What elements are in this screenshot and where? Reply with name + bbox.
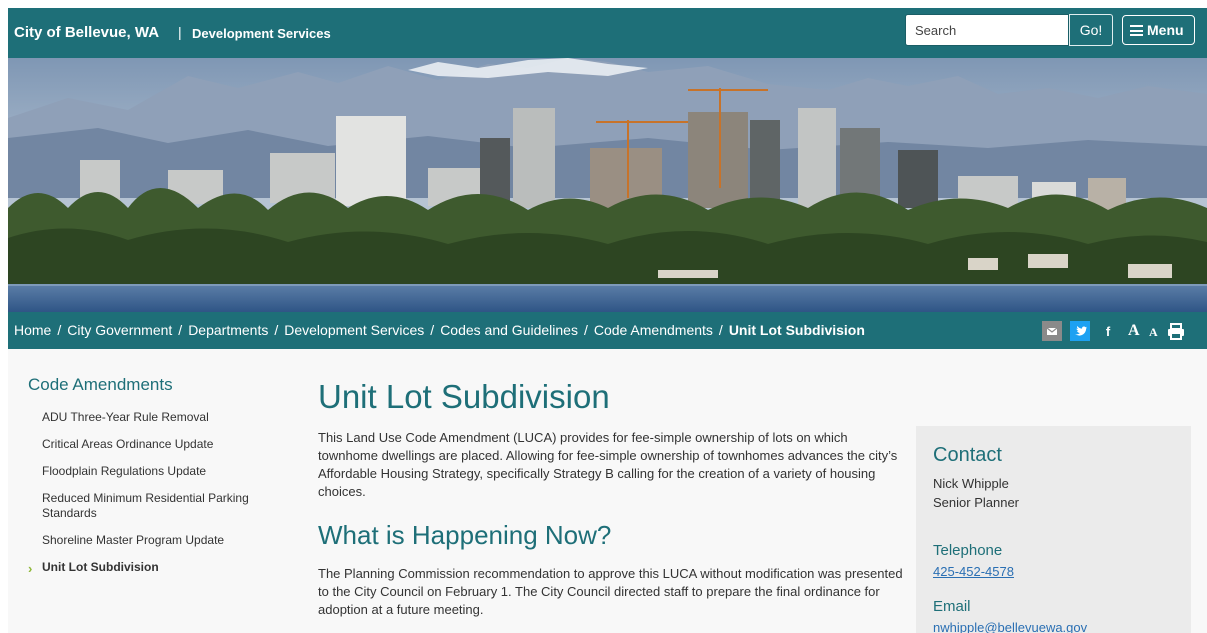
sidebar-title[interactable]: Code Amendments [28,375,173,395]
sidebar-item-floodplain[interactable]: Floodplain Regulations Update [28,464,278,479]
section-title-link[interactable]: Development Services [192,26,331,41]
breadcrumb-separator: / [430,322,435,338]
hamburger-icon [1130,25,1143,36]
site-title-link[interactable]: City of Bellevue, WA [14,24,159,41]
breadcrumb-separator: / [274,322,279,338]
intro-paragraph: This Land Use Code Amendment (LUCA) prov… [318,430,898,499]
sidebar-item-parking-standards[interactable]: Reduced Minimum Residential Parking Stan… [28,491,278,521]
header-separator: | [178,24,182,40]
sidebar-item-label: ADU Three-Year Rule Removal [42,410,209,424]
font-increase-icon[interactable]: A [1128,321,1142,341]
sidebar-item-label: Unit Lot Subdivision [42,560,159,574]
breadcrumb-current: Unit Lot Subdivision [728,322,865,338]
contact-card: Contact Nick Whipple Senior Planner Tele… [916,426,1191,633]
menu-button[interactable]: Menu [1122,15,1195,45]
contact-role: Senior Planner [933,495,1019,510]
sidebar-nav: ADU Three-Year Rule Removal Critical Are… [28,408,278,576]
breadcrumb-development-services[interactable]: Development Services [284,322,424,338]
sidebar-item-label: Shoreline Master Program Update [42,533,225,547]
breadcrumb-bar: Home / City Government / Departments / Develop… [8,312,1207,349]
breadcrumb-separator: / [583,322,588,338]
section-heading: What is Happening Now? [318,520,612,550]
telephone-label: Telephone [933,542,1003,559]
telephone-link[interactable]: 425-452-4578 [933,564,1014,579]
search-input[interactable] [905,14,1069,46]
site-header: City of Bellevue, WA | Development Servi… [8,8,1207,58]
breadcrumb: Home / City Government / Departments / Develop… [14,322,865,338]
mail-icon[interactable] [1042,321,1062,341]
page-frame: City of Bellevue, WA | Development Servi… [8,8,1207,633]
facebook-icon[interactable]: f [1098,321,1118,341]
menu-label: Menu [1147,22,1184,38]
section-paragraph: The Planning Commission recommendation t… [318,566,903,617]
search-go-button[interactable]: Go! [1069,14,1113,46]
breadcrumb-codes-and-guidelines[interactable]: Codes and Guidelines [440,322,578,338]
sidebar-item-critical-areas[interactable]: Critical Areas Ordinance Update [28,437,278,452]
font-decrease-icon[interactable]: A [1149,321,1161,341]
skyline-illustration [8,58,1207,312]
chevron-right-icon: › [28,561,33,576]
sidebar-item-label: Reduced Minimum Residential Parking Stan… [42,491,249,520]
sidebar-item-shoreline[interactable]: Shoreline Master Program Update [28,533,278,548]
breadcrumb-separator: / [178,322,183,338]
contact-name: Nick Whipple [933,476,1009,491]
sidebar-item-label: Critical Areas Ordinance Update [42,437,214,451]
email-label: Email [933,598,971,615]
breadcrumb-separator: / [718,322,723,338]
breadcrumb-departments[interactable]: Departments [188,322,268,338]
contact-title: Contact [933,444,1002,466]
breadcrumb-city-government[interactable]: City Government [67,322,172,338]
email-link[interactable]: nwhipple@bellevuewa.gov [933,620,1087,633]
hero-skyline-image [8,58,1207,312]
print-icon[interactable] [1167,321,1185,341]
breadcrumb-home[interactable]: Home [14,322,51,338]
sidebar-item-adu-rule-removal[interactable]: ADU Three-Year Rule Removal [28,410,278,425]
sidebar-item-unit-lot-subdivision[interactable]: › Unit Lot Subdivision [28,560,278,576]
breadcrumb-code-amendments[interactable]: Code Amendments [594,322,713,338]
twitter-icon[interactable] [1070,321,1090,341]
breadcrumb-separator: / [57,322,62,338]
sidebar-item-label: Floodplain Regulations Update [42,464,207,478]
page-title: Unit Lot Subdivision [318,378,610,415]
